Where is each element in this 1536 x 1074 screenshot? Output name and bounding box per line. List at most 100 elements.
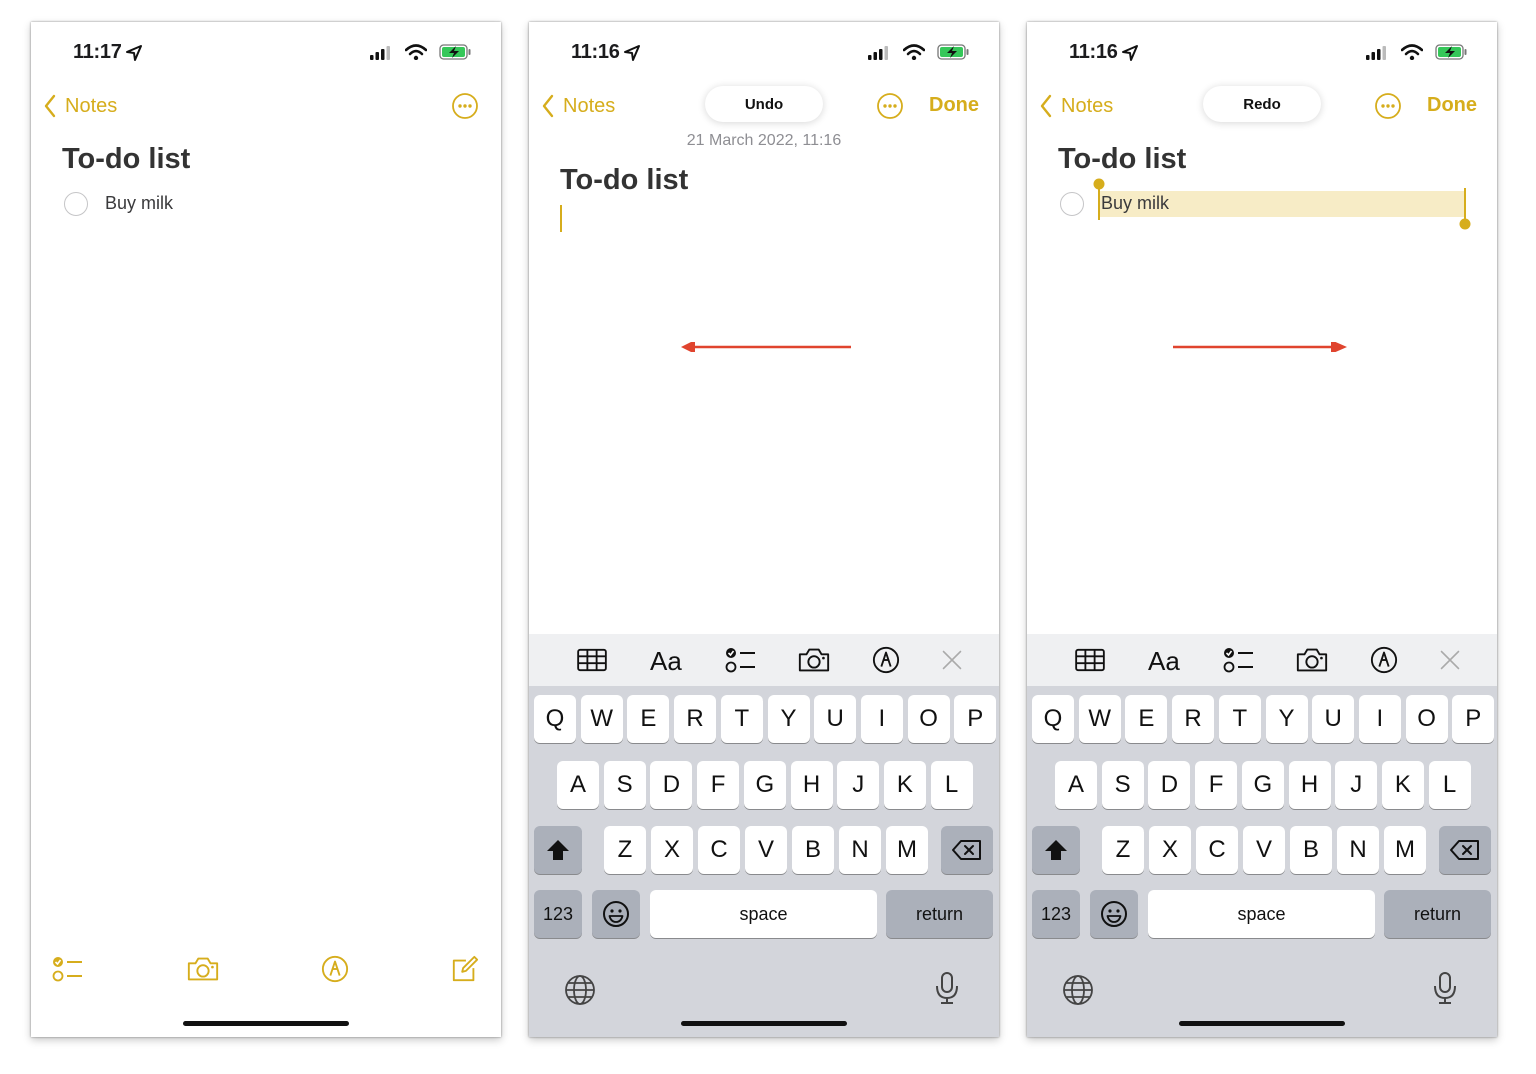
format-text-icon[interactable] <box>649 646 689 674</box>
close-icon[interactable] <box>941 649 963 671</box>
key-l[interactable]: L <box>1428 761 1471 809</box>
markup-icon[interactable] <box>321 955 349 983</box>
checklist-checkbox[interactable] <box>64 192 88 216</box>
note-title[interactable]: To-do list <box>1058 143 1186 176</box>
back-to-notes-button[interactable]: Notes <box>541 92 615 120</box>
format-text-icon[interactable] <box>1147 646 1187 674</box>
key-x[interactable]: X <box>651 826 693 874</box>
backspace-key[interactable] <box>1439 826 1491 874</box>
shift-key[interactable] <box>534 826 582 874</box>
key-g[interactable]: G <box>743 761 786 809</box>
key-s[interactable]: S <box>1101 761 1144 809</box>
redo-button[interactable]: Redo <box>1203 86 1321 122</box>
note-title[interactable]: To-do list <box>560 164 688 197</box>
camera-icon[interactable] <box>186 955 220 983</box>
key-j[interactable]: J <box>1335 761 1378 809</box>
selection-start-handle[interactable] <box>1093 178 1105 220</box>
undo-button[interactable]: Undo <box>705 86 823 122</box>
table-icon[interactable] <box>1074 648 1106 672</box>
key-n[interactable]: N <box>839 826 881 874</box>
emoji-key[interactable] <box>1090 890 1138 938</box>
more-options-icon[interactable] <box>1374 92 1402 120</box>
key-s[interactable]: S <box>603 761 646 809</box>
key-f[interactable]: F <box>697 761 740 809</box>
key-i[interactable]: I <box>1358 695 1401 743</box>
more-options-icon[interactable] <box>876 92 904 120</box>
key-z[interactable]: Z <box>604 826 646 874</box>
checklist-item-text[interactable]: Buy milk <box>1101 193 1169 214</box>
key-b[interactable]: B <box>1290 826 1332 874</box>
globe-icon[interactable] <box>564 974 596 1006</box>
key-t[interactable]: T <box>1218 695 1261 743</box>
key-v[interactable]: V <box>1243 826 1285 874</box>
done-button[interactable]: Done <box>1427 94 1477 117</box>
checklist-icon[interactable] <box>1223 646 1255 674</box>
key-b[interactable]: B <box>792 826 834 874</box>
space-key[interactable]: space <box>650 890 877 938</box>
key-z[interactable]: Z <box>1102 826 1144 874</box>
checklist-checkbox[interactable] <box>1060 192 1084 216</box>
key-g[interactable]: G <box>1241 761 1284 809</box>
globe-icon[interactable] <box>1062 974 1094 1006</box>
key-h[interactable]: H <box>790 761 833 809</box>
shift-key[interactable] <box>1032 826 1080 874</box>
camera-icon[interactable] <box>797 646 831 674</box>
camera-icon[interactable] <box>1295 646 1329 674</box>
key-u[interactable]: U <box>1312 695 1355 743</box>
key-w[interactable]: W <box>1078 695 1121 743</box>
key-a[interactable]: A <box>1055 761 1097 809</box>
key-a[interactable]: A <box>557 761 599 809</box>
more-options-icon[interactable] <box>451 92 479 120</box>
selection-end-handle[interactable] <box>1459 188 1471 230</box>
key-e[interactable]: E <box>627 695 670 743</box>
key-o[interactable]: O <box>907 695 950 743</box>
key-j[interactable]: J <box>837 761 880 809</box>
key-m[interactable]: M <box>1384 826 1426 874</box>
numbers-key[interactable]: 123 <box>534 890 582 938</box>
key-n[interactable]: N <box>1337 826 1379 874</box>
key-q[interactable]: Q <box>1032 695 1074 743</box>
microphone-icon[interactable] <box>1433 971 1457 1005</box>
table-icon[interactable] <box>576 648 608 672</box>
return-key[interactable]: return <box>1384 890 1491 938</box>
back-to-notes-button[interactable]: Notes <box>1039 92 1113 120</box>
close-icon[interactable] <box>1439 649 1461 671</box>
numbers-key[interactable]: 123 <box>1032 890 1080 938</box>
key-u[interactable]: U <box>814 695 857 743</box>
checklist-item-text[interactable]: Buy milk <box>105 193 173 214</box>
key-k[interactable]: K <box>883 761 926 809</box>
compose-icon[interactable] <box>451 955 479 983</box>
key-d[interactable]: D <box>650 761 693 809</box>
key-p[interactable]: P <box>954 695 997 743</box>
key-r[interactable]: R <box>674 695 717 743</box>
key-w[interactable]: W <box>580 695 623 743</box>
key-c[interactable]: C <box>698 826 740 874</box>
key-t[interactable]: T <box>720 695 763 743</box>
key-q[interactable]: Q <box>534 695 576 743</box>
microphone-icon[interactable] <box>935 971 959 1005</box>
key-v[interactable]: V <box>745 826 787 874</box>
key-d[interactable]: D <box>1148 761 1191 809</box>
back-to-notes-button[interactable]: Notes <box>43 92 117 120</box>
key-y[interactable]: Y <box>767 695 810 743</box>
space-key[interactable]: space <box>1148 890 1375 938</box>
done-button[interactable]: Done <box>929 94 979 117</box>
key-h[interactable]: H <box>1288 761 1331 809</box>
checklist-icon[interactable] <box>725 646 757 674</box>
key-l[interactable]: L <box>930 761 973 809</box>
key-y[interactable]: Y <box>1265 695 1308 743</box>
key-k[interactable]: K <box>1381 761 1424 809</box>
markup-icon[interactable] <box>872 646 900 674</box>
return-key[interactable]: return <box>886 890 993 938</box>
key-r[interactable]: R <box>1172 695 1215 743</box>
key-i[interactable]: I <box>860 695 903 743</box>
key-m[interactable]: M <box>886 826 928 874</box>
key-e[interactable]: E <box>1125 695 1168 743</box>
emoji-key[interactable] <box>592 890 640 938</box>
backspace-key[interactable] <box>941 826 993 874</box>
note-title[interactable]: To-do list <box>62 143 190 176</box>
checklist-icon[interactable] <box>52 955 84 983</box>
key-c[interactable]: C <box>1196 826 1238 874</box>
markup-icon[interactable] <box>1370 646 1398 674</box>
key-x[interactable]: X <box>1149 826 1191 874</box>
